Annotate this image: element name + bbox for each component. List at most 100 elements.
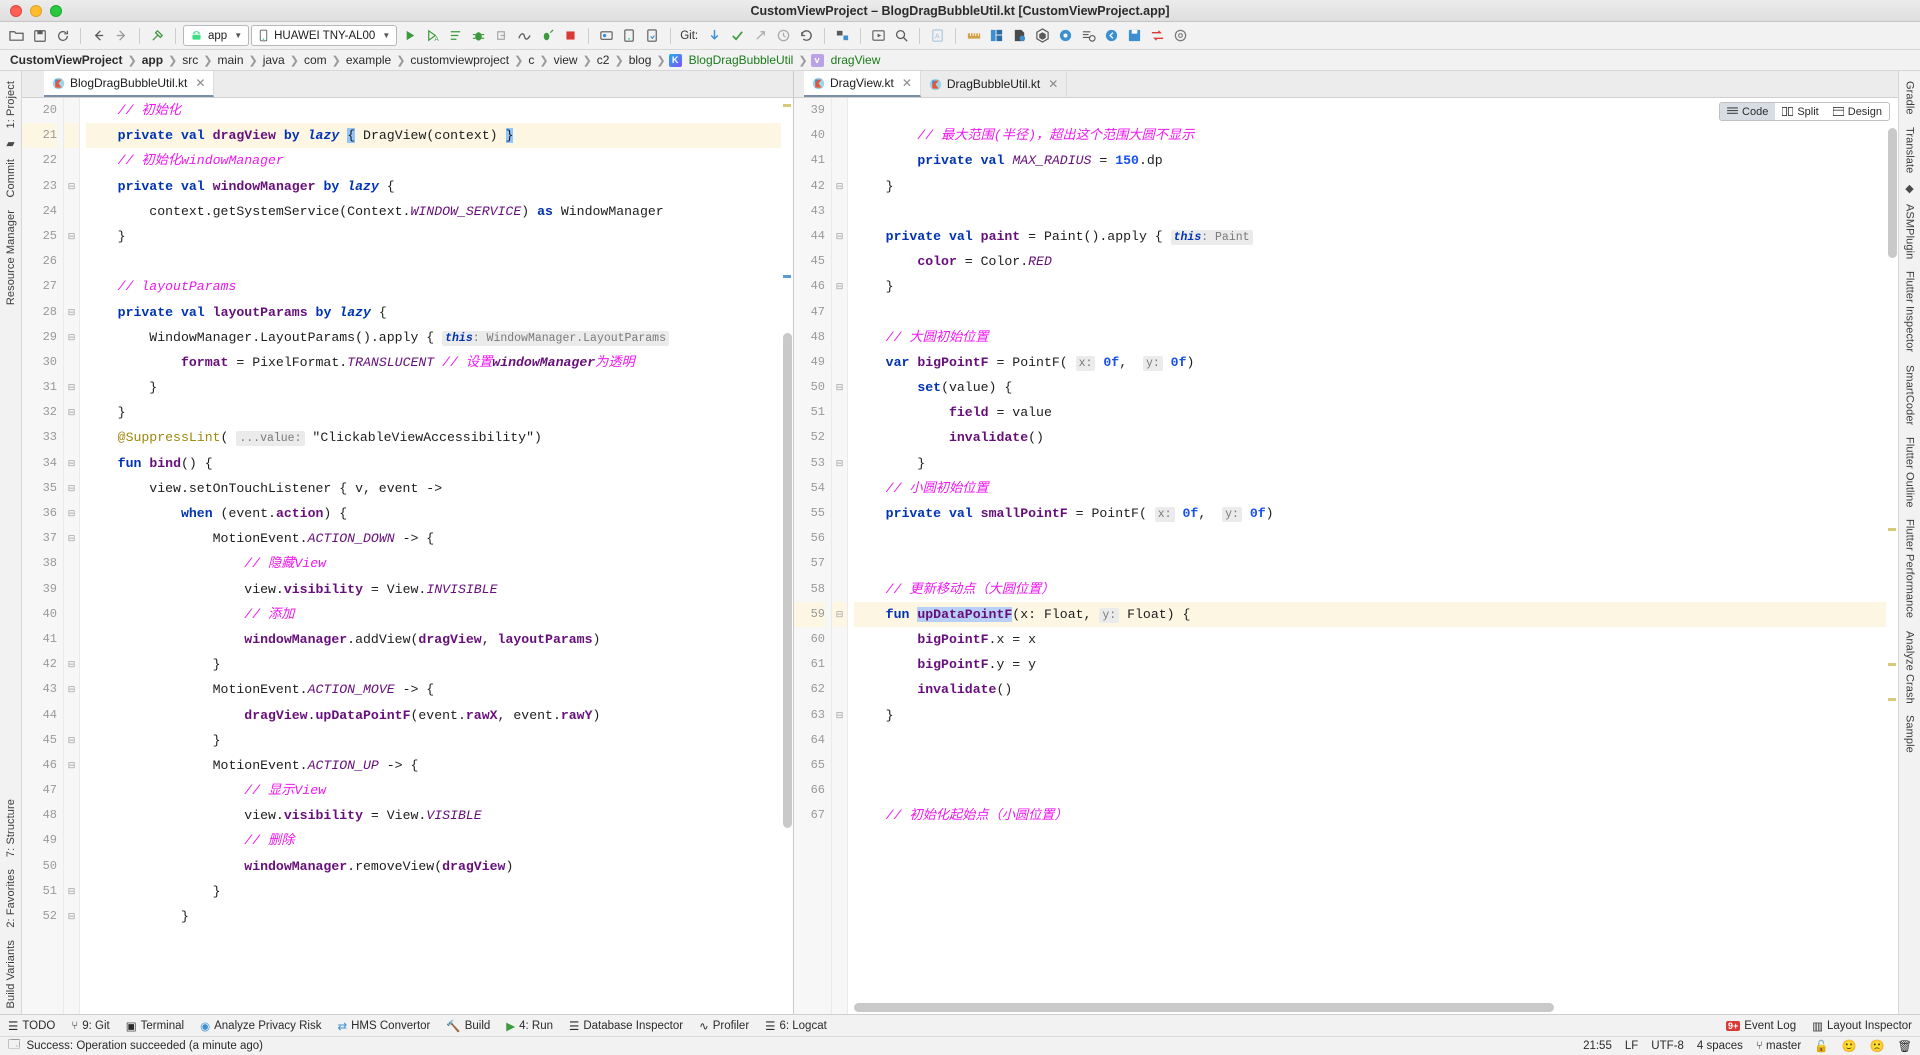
tool-window-hms-convertor[interactable]: ⇄ HMS Convertor — [337, 1019, 430, 1033]
sidebar-item-flutter-performance[interactable]: Flutter Performance — [1903, 513, 1917, 624]
fold-marker[interactable]: ⊟ — [832, 451, 847, 476]
vertical-scrollbar-right[interactable] — [1888, 128, 1897, 258]
breadcrumb-item-5[interactable]: com — [302, 53, 329, 67]
tab-dragbubbleutil[interactable]: DragBubbleUtil.kt ✕ — [920, 71, 1068, 97]
fold-marker[interactable] — [832, 652, 847, 677]
attach-debugger-icon[interactable] — [491, 25, 512, 46]
sidebar-item-translate[interactable]: Translate — [1903, 121, 1917, 179]
sidebar-item-analyze-crash[interactable]: Analyze Crash — [1903, 625, 1917, 710]
code-line[interactable]: @SuppressLint( ...value: "ClickableViewA… — [86, 425, 793, 450]
fold-marker[interactable] — [64, 274, 79, 299]
right-tool-strip[interactable]: Gradle Translate ◆ ASMPlugin Flutter Ins… — [1898, 71, 1920, 1014]
tab-blogdragbubbleutil[interactable]: BlogDragBubbleUtil.kt ✕ — [44, 71, 215, 97]
project-files-icon[interactable]: ▰ — [6, 134, 14, 153]
code-line[interactable]: // layoutParams — [86, 274, 793, 299]
code-line[interactable]: invalidate() — [854, 425, 1898, 450]
stripe-mark-warn3[interactable] — [1888, 663, 1896, 666]
fold-marker[interactable] — [832, 199, 847, 224]
code-line[interactable]: set(value) { — [854, 375, 1898, 400]
tool-window-todo[interactable]: ☰ TODO — [8, 1019, 55, 1033]
view-mode-switcher[interactable]: Code Split Design — [1719, 102, 1890, 121]
code-line[interactable]: WindowManager.LayoutParams().apply { thi… — [86, 325, 793, 350]
code-line[interactable]: bigPointF.y = y — [854, 652, 1898, 677]
fold-marker[interactable]: ⊟ — [64, 526, 79, 551]
fold-marker[interactable] — [832, 400, 847, 425]
close-window-button[interactable] — [10, 4, 22, 17]
fold-marker[interactable] — [832, 803, 847, 828]
code-viewport-right[interactable]: 39 40 41 42 43 44 45 46 47 48 49 50 51 52 53 54 55 56 57 58… — [794, 98, 1898, 1014]
layout-inspector-icon[interactable] — [1009, 25, 1030, 46]
code-line[interactable]: } — [86, 879, 793, 904]
fold-marker[interactable] — [832, 677, 847, 702]
fold-marker[interactable] — [832, 300, 847, 325]
fold-marker[interactable] — [832, 325, 847, 350]
fold-marker[interactable] — [64, 854, 79, 879]
code-line[interactable]: private val dragView by lazy { DragView(… — [86, 123, 793, 149]
lock-icon[interactable]: 🔓 — [1814, 1039, 1828, 1053]
code-line[interactable]: var bigPointF = PointF( x: 0f, y: 0f) — [854, 350, 1898, 375]
breadcrumb-item-10[interactable]: c2 — [595, 53, 612, 67]
breadcrumb-item-2[interactable]: src — [180, 53, 200, 67]
sidebar-item-smartcoder[interactable]: SmartCoder — [1903, 359, 1917, 431]
fold-marker[interactable] — [832, 476, 847, 501]
git-commit-icon[interactable] — [727, 25, 748, 46]
code-line[interactable]: context.getSystemService(Context.WINDOW_… — [86, 199, 793, 224]
search-everywhere-icon[interactable] — [891, 25, 912, 46]
breadcrumb-item-3[interactable]: main — [215, 53, 245, 67]
fold-marker[interactable] — [832, 249, 847, 274]
fold-marker[interactable] — [832, 627, 847, 652]
code-line[interactable]: fun upDataPointF(x: Float, y: Float) { — [854, 601, 1898, 627]
code-line[interactable]: // 初始化起始点（小圆位置） — [854, 803, 1898, 828]
fold-marker[interactable] — [64, 703, 79, 728]
code-line[interactable]: // 小圆初始位置 — [854, 476, 1898, 501]
left-tool-strip[interactable]: 1: Project ▰ Commit Resource Manager 7: … — [0, 71, 22, 1014]
code-line[interactable]: } — [86, 224, 793, 249]
fold-marker[interactable] — [64, 199, 79, 224]
fold-marker[interactable] — [832, 778, 847, 803]
code-line[interactable]: dragView.upDataPointF(event.rawX, event.… — [86, 703, 793, 728]
plugin-icon[interactable]: ◆ — [1905, 179, 1913, 198]
breadcrumb-item-12[interactable]: BlogDragBubbleUtil — [687, 53, 796, 67]
fold-marker[interactable] — [64, 602, 79, 627]
breadcrumb-item-6[interactable]: example — [344, 53, 393, 67]
sdk-manager-icon[interactable] — [619, 25, 640, 46]
fold-marker[interactable]: ⊟ — [64, 728, 79, 753]
ruler-icon[interactable] — [963, 25, 984, 46]
fold-marker[interactable] — [64, 828, 79, 853]
code-line[interactable]: when (event.action) { — [86, 501, 793, 526]
tool-window-database-inspector[interactable]: ☰ Database Inspector — [569, 1019, 683, 1033]
breadcrumb-item-1[interactable]: app — [140, 53, 165, 67]
code-line[interactable]: // 初始化 — [86, 98, 793, 123]
run-icon[interactable] — [399, 25, 420, 46]
fold-marker[interactable] — [64, 778, 79, 803]
fold-marker[interactable]: ⊟ — [64, 451, 79, 476]
code-line[interactable]: // 隐藏View — [86, 551, 793, 576]
stripe-mark-warn4[interactable] — [1888, 698, 1896, 701]
save-icon[interactable] — [1124, 25, 1145, 46]
breadcrumb-item-8[interactable]: c — [526, 53, 536, 67]
fold-marker[interactable] — [832, 551, 847, 576]
code-line[interactable] — [854, 526, 1898, 551]
fold-marker[interactable] — [64, 551, 79, 576]
sidebar-item-asmplugin[interactable]: ASMPlugin — [1903, 198, 1917, 265]
sidebar-item-favorites[interactable]: 2: Favorites — [4, 863, 18, 934]
layout-editor-icon[interactable] — [986, 25, 1007, 46]
git-push-icon[interactable] — [750, 25, 771, 46]
code-line[interactable] — [854, 300, 1898, 325]
code-line[interactable]: // 显示View — [86, 778, 793, 803]
fold-marker[interactable] — [832, 753, 847, 778]
fold-marker[interactable] — [64, 627, 79, 652]
sidebar-item-build-variants[interactable]: Build Variants — [4, 934, 18, 1014]
status-line-separator[interactable]: LF — [1625, 1040, 1638, 1052]
fold-marker[interactable] — [832, 728, 847, 753]
code-line[interactable] — [854, 551, 1898, 576]
project-structure-icon[interactable] — [832, 25, 853, 46]
breadcrumb-item-11[interactable]: blog — [627, 53, 654, 67]
status-branch[interactable]: ⑂ master — [1756, 1040, 1801, 1052]
breadcrumb-item-0[interactable]: CustomViewProject — [8, 53, 124, 67]
code-line[interactable]: } — [86, 904, 793, 929]
tool-window-profiler[interactable]: ∿ Profiler — [699, 1019, 749, 1033]
fold-marker[interactable] — [64, 803, 79, 828]
editor-tabs-left[interactable]: BlogDragBubbleUtil.kt ✕ — [22, 71, 793, 98]
sidebar-item-resource-manager[interactable]: Resource Manager — [4, 204, 18, 311]
